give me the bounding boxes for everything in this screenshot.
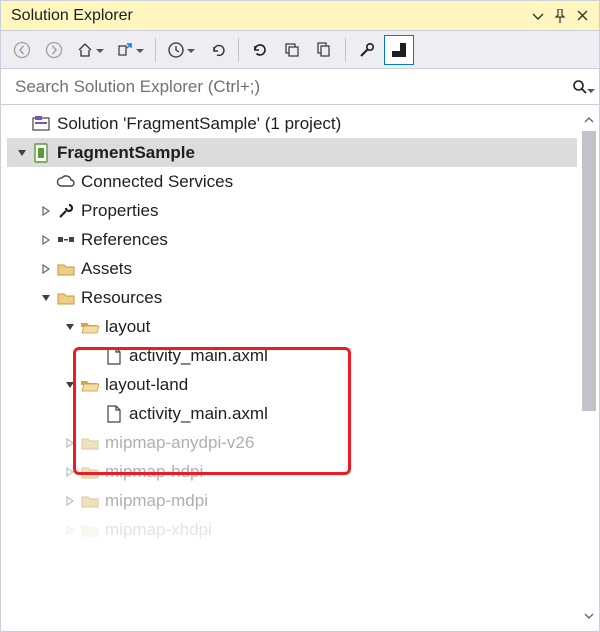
tree-row-connected-services[interactable]: Connected Services [7,167,577,196]
solution-tree: Solution 'FragmentSample' (1 project) Fr… [1,109,599,544]
tree-label: mipmap-xhdpi [105,520,212,540]
scrollbar-thumb[interactable] [582,131,596,411]
expander-collapsed-icon[interactable] [61,521,79,539]
refresh-button[interactable] [245,35,275,65]
tree-label: Solution 'FragmentSample' (1 project) [57,114,341,134]
panel-title: Solution Explorer [11,7,527,25]
tree-row-references[interactable]: References [7,225,577,254]
search-bar [1,69,599,105]
expander-collapsed-icon[interactable] [37,260,55,278]
tree-label: layout-land [105,375,188,395]
toolbar-separator [238,38,239,62]
tree-label: References [81,230,168,250]
tree-label: mipmap-anydpi-v26 [105,433,254,453]
tree-row-mipmap[interactable]: mipmap-hdpi [7,457,577,486]
tree-label: activity_main.axml [129,404,268,424]
tree-row-file[interactable]: activity_main.axml [7,399,577,428]
titlebar: Solution Explorer [1,1,599,31]
wrench-icon [55,200,77,222]
tree-label: Connected Services [81,172,233,192]
expander-collapsed-icon[interactable] [37,231,55,249]
folder-icon [79,519,101,541]
folder-open-icon [79,374,101,396]
undo-button[interactable] [202,35,232,65]
tree-label: Assets [81,259,132,279]
file-icon [103,345,125,367]
solution-icon [31,113,53,135]
project-icon [31,142,53,164]
folder-icon [55,258,77,280]
tree-label: FragmentSample [57,143,195,163]
references-icon [55,229,77,251]
tree-label: layout [105,317,150,337]
tree-row-file[interactable]: activity_main.axml [7,341,577,370]
tree-label: Resources [81,288,162,308]
back-button[interactable] [7,35,37,65]
tree-row-mipmap[interactable]: mipmap-xhdpi [7,515,577,544]
toolbar-separator [155,38,156,62]
pin-icon[interactable] [549,5,571,27]
file-icon [103,403,125,425]
preview-selected-items-button[interactable] [384,35,414,65]
search-input[interactable] [13,76,567,98]
tree-row-solution[interactable]: Solution 'FragmentSample' (1 project) [7,109,577,138]
expander-expanded-icon[interactable] [13,144,31,162]
home-button[interactable] [71,35,109,65]
show-all-files-button[interactable] [309,35,339,65]
folder-icon [79,490,101,512]
folder-icon [79,461,101,483]
tree-area: Solution 'FragmentSample' (1 project) Fr… [1,105,599,631]
folder-icon [55,287,77,309]
search-icon[interactable] [567,79,593,95]
toolbar-separator [345,38,346,62]
tree-row-layout[interactable]: layout [7,312,577,341]
solution-explorer-panel: Solution Explorer [0,0,600,632]
tree-row-project[interactable]: FragmentSample [7,138,577,167]
expander-expanded-icon[interactable] [61,376,79,394]
properties-button[interactable] [352,35,382,65]
tree-label: mipmap-hdpi [105,462,203,482]
pending-changes-filter-button[interactable] [162,35,200,65]
close-icon[interactable] [571,5,593,27]
cloud-icon [55,171,77,193]
tree-row-assets[interactable]: Assets [7,254,577,283]
expander-collapsed-icon[interactable] [37,202,55,220]
tree-row-properties[interactable]: Properties [7,196,577,225]
tree-row-mipmap[interactable]: mipmap-anydpi-v26 [7,428,577,457]
window-position-icon[interactable] [527,5,549,27]
expander-collapsed-icon[interactable] [61,492,79,510]
tree-row-mipmap[interactable]: mipmap-mdpi [7,486,577,515]
scroll-down-icon[interactable] [580,607,598,625]
sync-with-active-document-button[interactable] [111,35,149,65]
expander-expanded-icon[interactable] [61,318,79,336]
tree-label: Properties [81,201,158,221]
tree-label: activity_main.axml [129,346,268,366]
toolbar [1,31,599,69]
forward-button[interactable] [39,35,69,65]
folder-icon [79,432,101,454]
tree-row-layout-land[interactable]: layout-land [7,370,577,399]
expander-collapsed-icon[interactable] [61,434,79,452]
expander-collapsed-icon[interactable] [61,463,79,481]
expander-expanded-icon[interactable] [37,289,55,307]
tree-row-resources[interactable]: Resources [7,283,577,312]
tree-label: mipmap-mdpi [105,491,208,511]
folder-open-icon [79,316,101,338]
vertical-scrollbar[interactable] [580,111,598,625]
collapse-all-button[interactable] [277,35,307,65]
scroll-up-icon[interactable] [580,111,598,129]
